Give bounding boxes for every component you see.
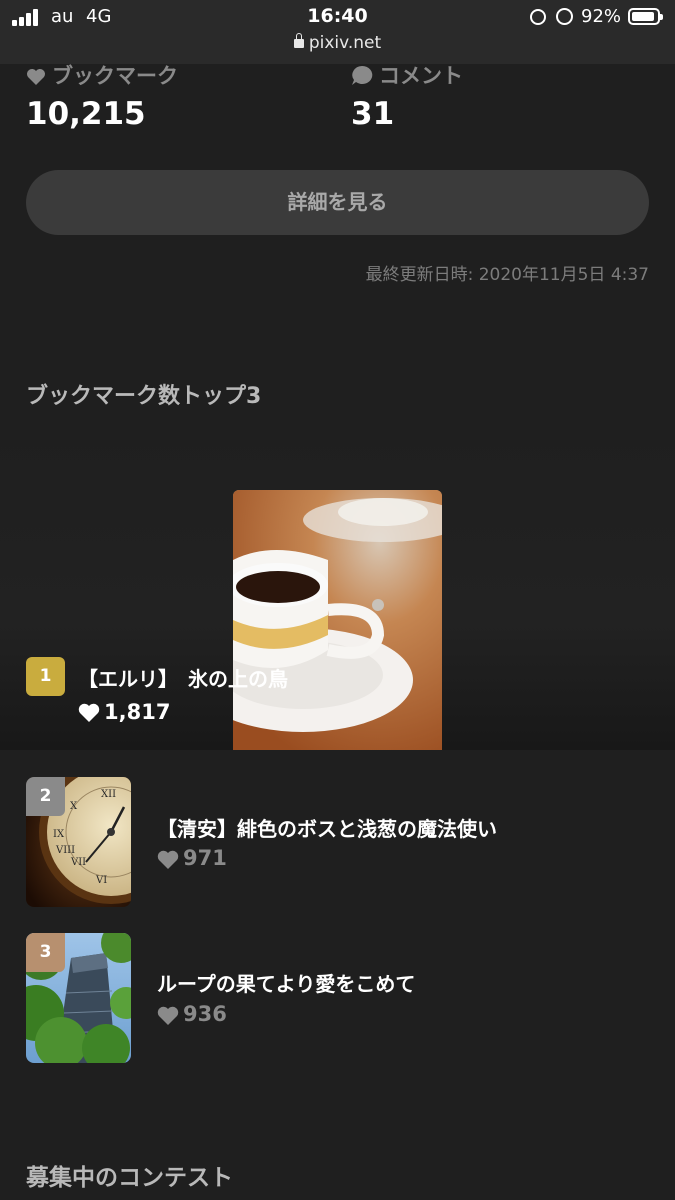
comment-label-text: コメント [379, 64, 463, 88]
bookmark-label-text: ブックマーク [52, 64, 178, 88]
svg-text:IX: IX [53, 829, 65, 840]
coffee-cup-image [233, 490, 442, 750]
orientation-lock-icon [530, 9, 546, 25]
heart-icon [27, 69, 45, 85]
svg-text:VI: VI [95, 875, 107, 886]
rank1-card[interactable] [0, 430, 675, 750]
lock-icon [293, 33, 304, 48]
heart-icon [157, 1006, 179, 1025]
top3-section-title: ブックマーク数トップ3 [26, 384, 262, 409]
rank2-badge: 2 [26, 777, 65, 816]
bookmark-count: 10,215 [26, 96, 146, 132]
svg-text:VII: VII [70, 857, 86, 868]
svg-text:XII: XII [101, 789, 116, 800]
rank1-title[interactable]: 【エルリ】 氷の上の鳥 [78, 663, 288, 692]
url-text: pixiv.net [308, 33, 382, 53]
rank1-bookmark-count: 1,817 [104, 700, 171, 724]
comment-bubble-icon [352, 65, 373, 85]
rank2-title[interactable]: 【清安】緋色のボスと浅葱の魔法使い [157, 813, 497, 842]
status-bar: au 4G 16:40 pixiv.net 92% [0, 0, 675, 64]
heart-icon [157, 850, 179, 869]
address-bar[interactable]: pixiv.net [0, 33, 675, 53]
heart-icon [78, 703, 100, 722]
rank3-title[interactable]: ループの果てより愛をこめて [157, 968, 415, 997]
rank1-thumbnail[interactable] [233, 490, 442, 750]
bookmark-stat-label: ブックマーク [26, 60, 178, 90]
last-updated: 最終更新日時: 2020年11月5日 4:37 [365, 265, 649, 285]
comment-count: 31 [351, 96, 395, 132]
battery-fill [632, 12, 654, 21]
clock: 16:40 [307, 5, 368, 27]
svg-text:VIII: VIII [55, 845, 75, 856]
alarm-icon [556, 8, 573, 25]
rank3-badge: 3 [26, 933, 65, 972]
rank1-badge: 1 [26, 657, 65, 696]
svg-text:X: X [70, 801, 78, 812]
rank3-bookmark-count: 936 [183, 1002, 227, 1026]
comment-stat-label: コメント [351, 60, 463, 90]
battery-icon [628, 8, 663, 25]
contests-section-title: 募集中のコンテスト [26, 1165, 233, 1191]
rank2-bookmark-count: 971 [183, 846, 227, 870]
details-button[interactable]: 詳細を見る [26, 170, 649, 235]
battery-percent: 92% [581, 6, 622, 27]
